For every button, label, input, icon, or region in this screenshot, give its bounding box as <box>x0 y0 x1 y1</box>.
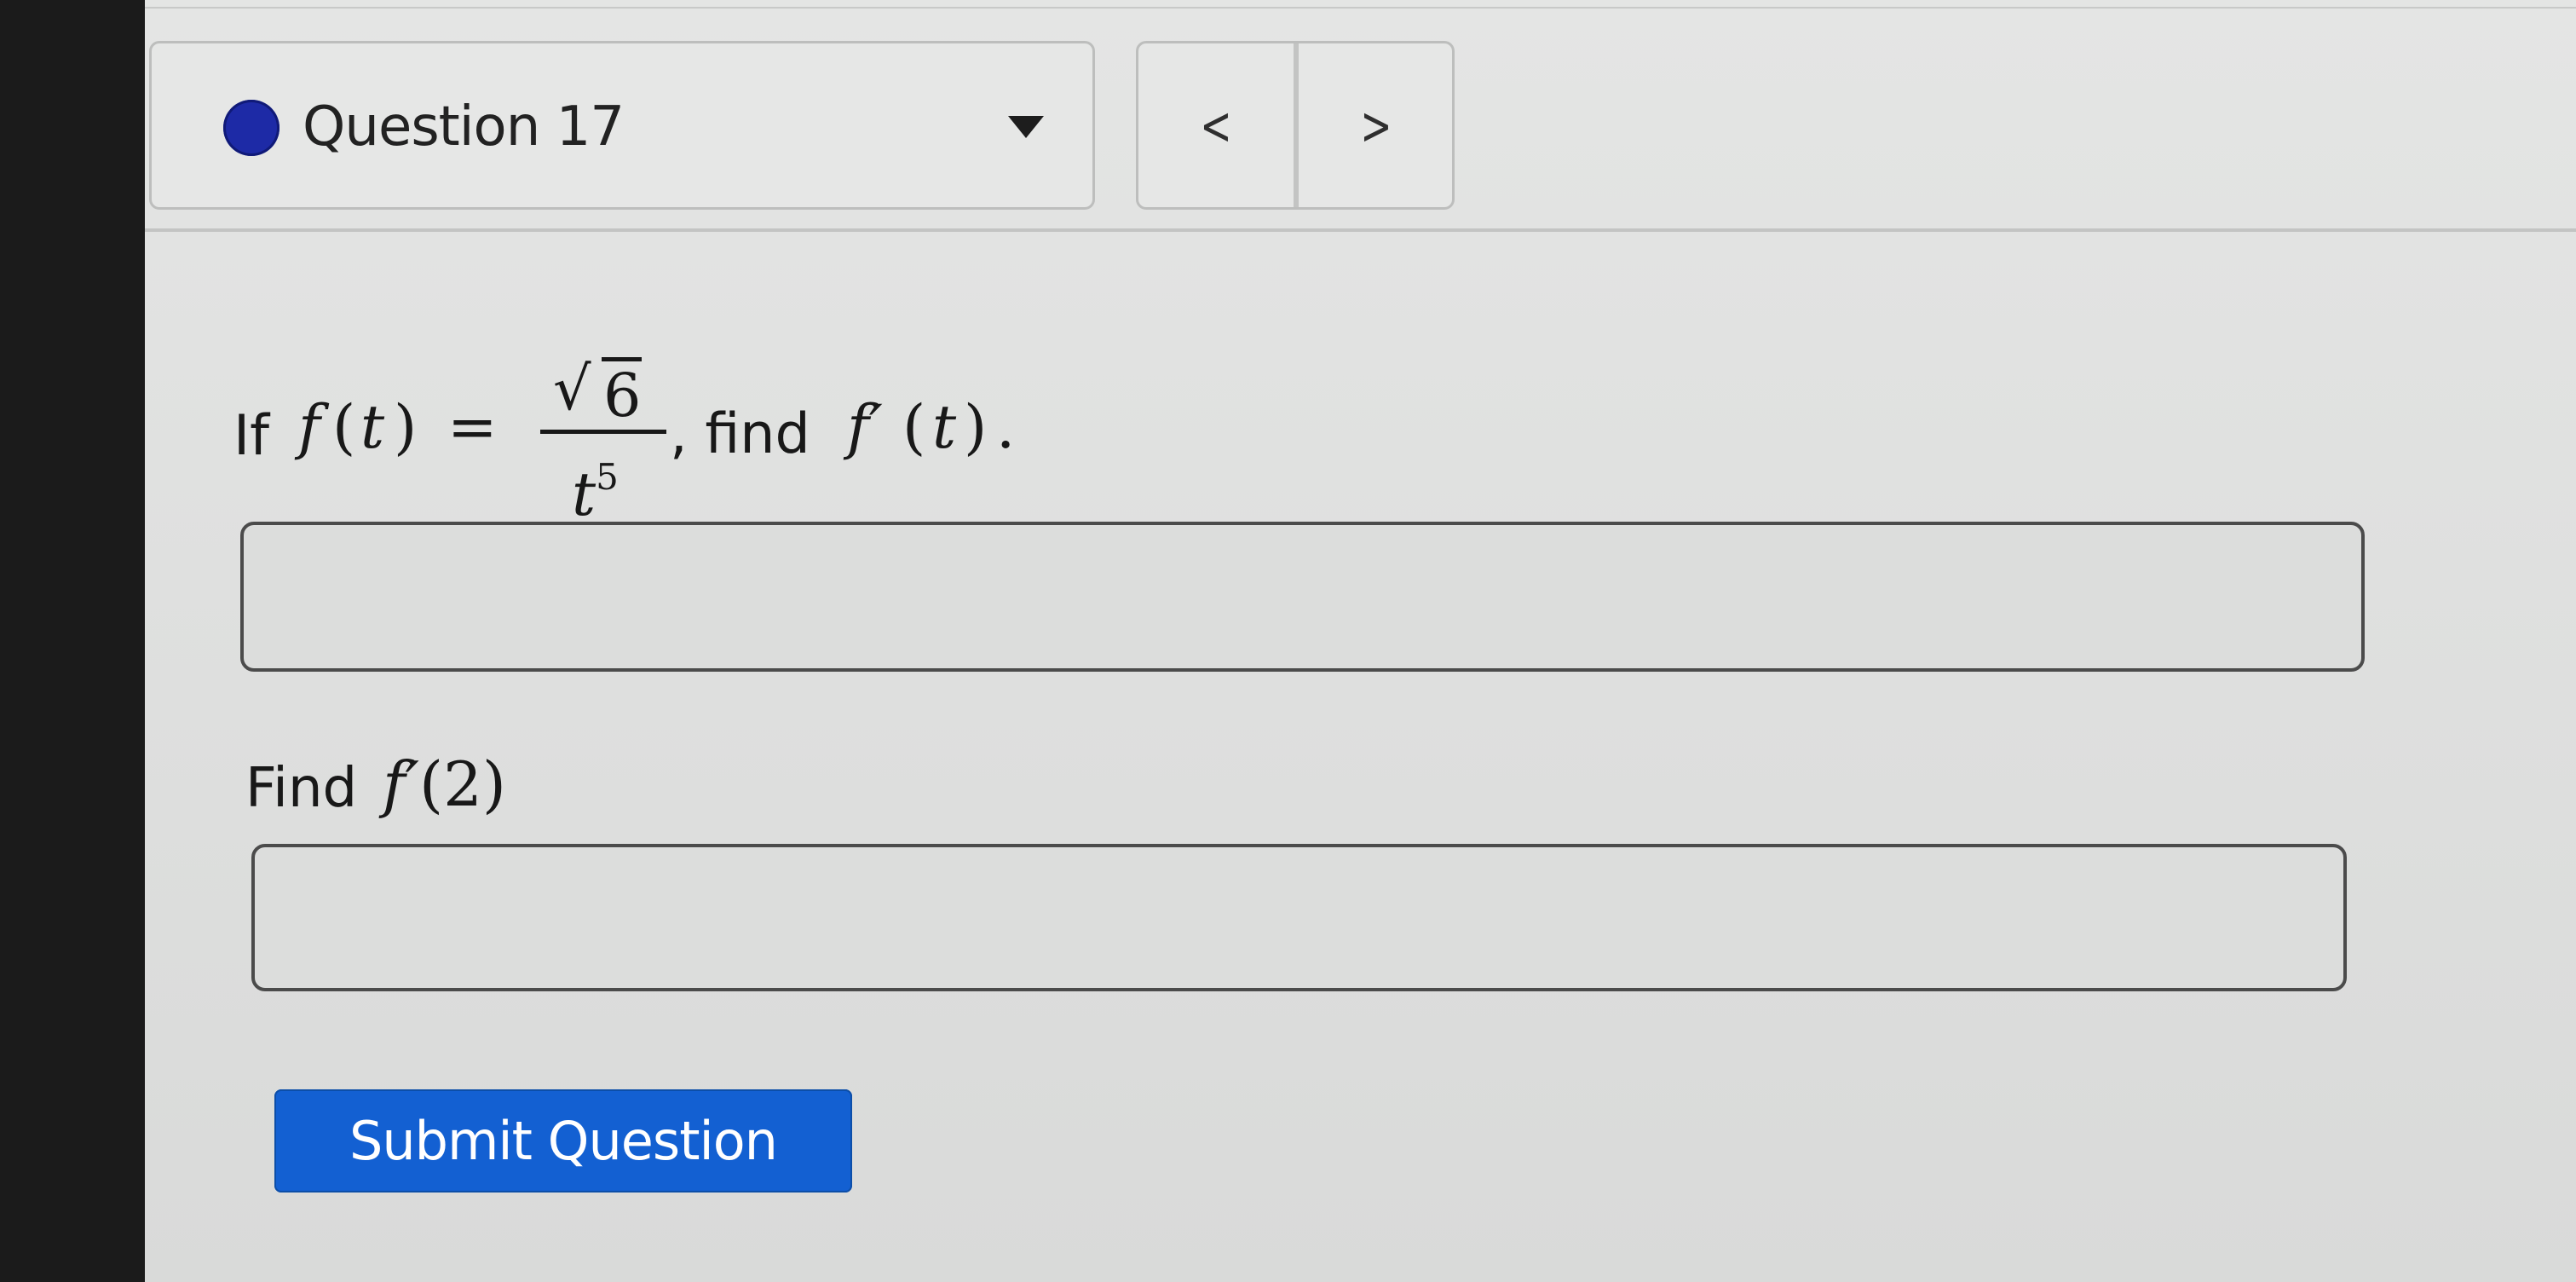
second-closing-parenthesis: ) <box>481 748 506 820</box>
derivative-answer-input[interactable] <box>240 522 2365 672</box>
denominator-base: t <box>572 459 596 529</box>
question-navigation: < > <box>1136 41 1455 210</box>
opening-parenthesis: ( <box>332 392 356 462</box>
header-divider <box>145 228 2576 232</box>
derivative-closing-parenthesis: ) <box>964 392 988 462</box>
find-text: , find <box>670 402 810 466</box>
fraction-bar <box>540 430 666 434</box>
submit-question-button[interactable]: Submit Question <box>274 1089 852 1192</box>
denominator-exponent: 5 <box>596 456 619 498</box>
equals-sign: = <box>447 392 498 462</box>
question-label: Question 17 <box>303 95 625 159</box>
second-prompt-label: Find <box>245 757 358 820</box>
second-opening-parenthesis: ( <box>419 748 444 820</box>
numerator-radicand: 6 <box>602 357 642 430</box>
function-name: f <box>298 392 320 462</box>
top-divider <box>145 7 2576 9</box>
chevron-right-icon: > <box>1360 94 1392 157</box>
question-selector[interactable]: Question 17 <box>149 41 1095 210</box>
derivative-at-two-input[interactable] <box>251 844 2347 991</box>
fraction-denominator: t5 <box>572 442 654 529</box>
caret-down-icon[interactable] <box>1008 116 1044 138</box>
previous-question-button[interactable]: < <box>1138 43 1294 207</box>
derivative-opening-parenthesis: ( <box>902 392 926 462</box>
square-root-symbol: √ <box>553 354 591 424</box>
next-question-button[interactable]: > <box>1299 43 1452 207</box>
question-status-dot <box>223 100 279 156</box>
question-intro: If <box>233 404 270 468</box>
function-variable: t <box>360 392 385 462</box>
derivative-at-two-expression: f′(2) <box>383 748 506 820</box>
chevron-left-icon: < <box>1200 94 1232 157</box>
closing-parenthesis: ) <box>394 392 418 462</box>
derivative-variable: t <box>932 392 957 462</box>
fraction-numerator: √ 6 <box>551 345 659 430</box>
derivative-name: f′ <box>847 392 883 462</box>
question-period: . <box>996 392 1016 462</box>
second-derivative-name: f′ <box>383 748 419 820</box>
derivative-argument: 2 <box>443 748 482 820</box>
